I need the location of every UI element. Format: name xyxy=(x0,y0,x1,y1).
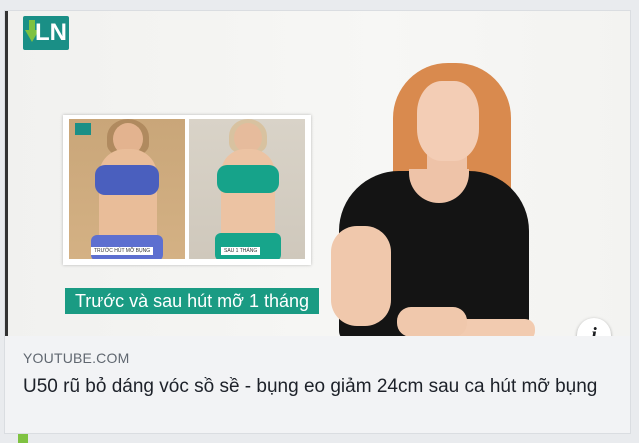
brand-logo: LN xyxy=(23,16,69,50)
brand-logo-text: LN xyxy=(35,19,67,46)
before-photo: TRƯỚC HÚT MỠ BỤNG xyxy=(69,119,185,259)
video-thumbnail[interactable]: LN TRƯỚC HÚT MỠ BỤNG SAU 1 THÁNG Trước v… xyxy=(5,11,630,336)
link-meta[interactable]: YOUTUBE.COM U50 rũ bỏ dáng vóc sồ sề - b… xyxy=(5,336,630,433)
after-caption: SAU 1 THÁNG xyxy=(221,247,261,255)
thumbnail-edge xyxy=(5,11,8,336)
next-post-indicator xyxy=(18,434,28,443)
mini-logo xyxy=(75,123,91,135)
link-domain: YOUTUBE.COM xyxy=(23,350,130,366)
before-after-photo: TRƯỚC HÚT MỠ BỤNG SAU 1 THÁNG xyxy=(63,115,311,265)
before-caption: TRƯỚC HÚT MỠ BỤNG xyxy=(91,247,154,255)
link-title[interactable]: U50 rũ bỏ dáng vóc sồ sề - bụng eo giảm … xyxy=(23,374,613,399)
thumbnail-banner: Trước và sau hút mỡ 1 tháng xyxy=(65,288,319,314)
link-preview-card[interactable]: LN TRƯỚC HÚT MỠ BỤNG SAU 1 THÁNG Trước v… xyxy=(4,10,631,434)
after-photo: SAU 1 THÁNG xyxy=(189,119,305,259)
info-icon[interactable]: i xyxy=(577,318,611,336)
